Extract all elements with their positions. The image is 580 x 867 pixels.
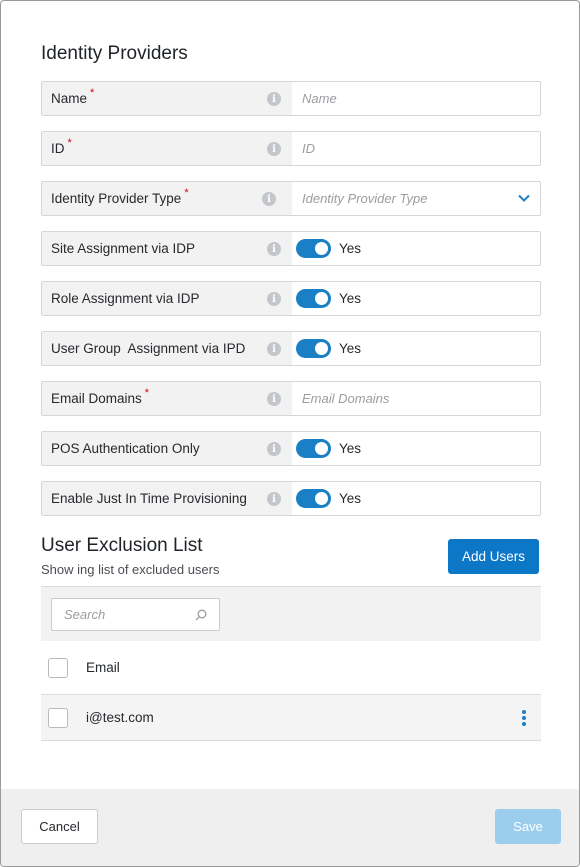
field-role-assignment: Role Assignment via IDP i Yes [41, 281, 541, 316]
exclusion-list-subtitle: Show ing list of excluded users [41, 562, 220, 577]
info-icon[interactable]: i [267, 342, 281, 356]
search-placeholder: Search [64, 607, 106, 622]
pos-authentication-toggle[interactable] [296, 439, 331, 458]
add-users-button[interactable]: Add Users [448, 539, 539, 574]
select-all-checkbox[interactable] [48, 657, 68, 678]
info-icon[interactable]: i [267, 92, 281, 106]
field-label: Enable Just In Time Provisioning [51, 491, 247, 506]
save-button[interactable]: Save [495, 809, 561, 844]
more-vertical-icon[interactable] [517, 708, 531, 728]
cancel-button[interactable]: Cancel [21, 809, 98, 844]
field-label: Identity Provider Type [51, 191, 182, 206]
site-assignment-toggle[interactable] [296, 239, 331, 258]
dialog-footer: Cancel Save [1, 789, 579, 866]
field-label: Email Domains [51, 391, 142, 406]
required-marker: * [67, 136, 72, 149]
field-site-assignment: Site Assignment via IDP i Yes [41, 231, 541, 266]
field-user-group-assignment: User Group Assignment via IPD i Yes [41, 331, 541, 366]
info-icon[interactable]: i [262, 192, 276, 206]
identity-provider-type-input[interactable] [302, 191, 540, 206]
jit-provisioning-toggle[interactable] [296, 489, 331, 508]
identity-provider-type-select[interactable] [292, 182, 540, 215]
user-group-assignment-toggle[interactable] [296, 339, 331, 358]
field-label: ID [51, 141, 65, 156]
search-icon [195, 609, 207, 620]
dialog-title: Identity Providers [41, 43, 188, 64]
toggle-value: Yes [339, 441, 362, 456]
field-email-domains: Email Domains * i [41, 381, 541, 416]
row-checkbox[interactable] [48, 707, 68, 728]
info-icon[interactable]: i [267, 492, 281, 506]
info-icon[interactable]: i [267, 242, 281, 256]
info-icon[interactable]: i [267, 392, 281, 406]
exclusion-list-title: User Exclusion List [41, 535, 203, 556]
search-input[interactable]: Search [51, 598, 220, 631]
field-label: POS Authentication Only [51, 441, 200, 456]
email-domains-input[interactable] [302, 391, 540, 406]
info-icon[interactable]: i [267, 142, 281, 156]
field-name: Name * i [41, 81, 541, 116]
field-label: User Group Assignment via IPD [51, 341, 246, 356]
role-assignment-toggle[interactable] [296, 289, 331, 308]
toggle-knob [315, 242, 328, 255]
toggle-value: Yes [339, 241, 362, 256]
toggle-value: Yes [339, 291, 362, 306]
name-input[interactable] [302, 91, 540, 106]
table-header: Email [41, 641, 541, 695]
field-identity-provider-type: Identity Provider Type * i [41, 181, 541, 216]
toggle-knob [315, 342, 328, 355]
required-marker: * [90, 86, 95, 99]
required-marker: * [184, 186, 189, 199]
field-id: ID * i [41, 131, 541, 166]
toggle-knob [315, 492, 328, 505]
field-pos-authentication: POS Authentication Only i Yes [41, 431, 541, 466]
toggle-knob [315, 292, 328, 305]
field-label: Site Assignment via IDP [51, 241, 196, 256]
info-icon[interactable]: i [267, 292, 281, 306]
column-header-email[interactable]: Email [86, 660, 120, 675]
toggle-value: Yes [339, 341, 362, 356]
id-input[interactable] [302, 141, 540, 156]
email-cell: i@test.com [86, 710, 154, 725]
identity-provider-dialog: Identity Providers Name* i ID* i Identit… [0, 0, 580, 867]
table-row: i@test.com [41, 695, 541, 741]
field-label: Name [51, 91, 88, 106]
required-marker: * [144, 386, 150, 399]
toggle-knob [315, 442, 328, 455]
info-icon[interactable]: i [267, 442, 281, 456]
toggle-value: Yes [339, 491, 362, 506]
chevron-down-icon[interactable] [518, 192, 530, 204]
field-jit-provisioning: Enable Just In Time Provisioning i Yes [41, 481, 541, 516]
field-label: Role Assignment via IDP [51, 291, 200, 306]
table-toolbar: Search [41, 586, 541, 641]
